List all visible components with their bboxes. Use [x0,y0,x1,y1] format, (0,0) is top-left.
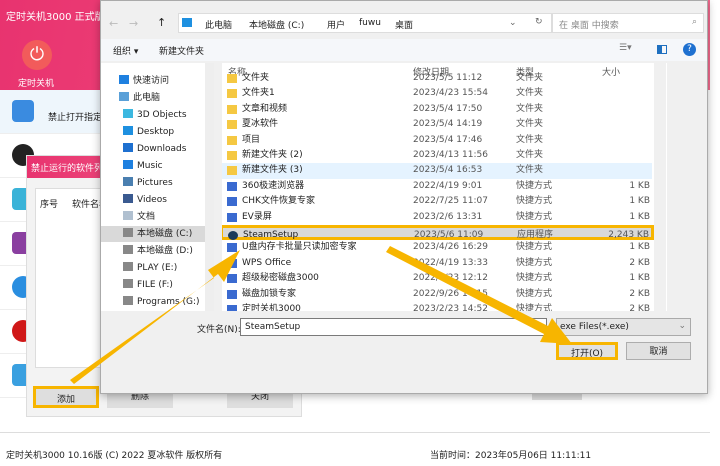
arrow-to-open [386,246,572,344]
arrow-to-file [70,250,240,384]
annotation-arrows [70,246,572,384]
